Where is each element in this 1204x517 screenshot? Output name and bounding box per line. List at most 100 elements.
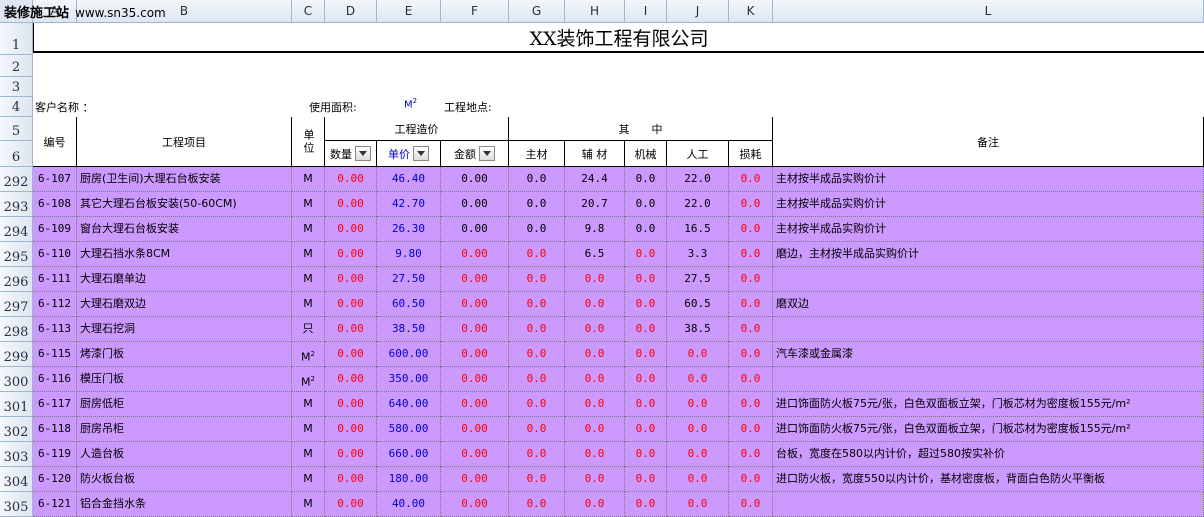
cell-labor[interactable]: 27.5 bbox=[667, 267, 729, 292]
cell-remark[interactable]: 主材按半成品实购价计 bbox=[773, 192, 1204, 217]
cell-unit[interactable]: M bbox=[292, 467, 325, 492]
cell-item[interactable]: 人造台板 bbox=[77, 442, 292, 467]
row-header[interactable]: 292 bbox=[0, 167, 33, 192]
cell-item[interactable]: 大理石磨双边 bbox=[77, 292, 292, 317]
cell-labor[interactable]: 60.5 bbox=[667, 292, 729, 317]
cell-loss[interactable]: 0.0 bbox=[729, 392, 773, 417]
cell-machine[interactable]: 0.0 bbox=[625, 192, 667, 217]
cell-code[interactable]: 6-113 bbox=[33, 317, 77, 342]
column-header-c[interactable]: C bbox=[292, 0, 325, 23]
cell-unit[interactable]: M bbox=[292, 192, 325, 217]
cell-qty[interactable]: 0.00 bbox=[325, 417, 377, 442]
sheet-title[interactable]: XX装饰工程有限公司 bbox=[33, 23, 1204, 53]
cell-code[interactable]: 6-110 bbox=[33, 242, 77, 267]
cell-loss[interactable]: 0.0 bbox=[729, 192, 773, 217]
cell-labor[interactable]: 3.3 bbox=[667, 242, 729, 267]
cell-loss[interactable]: 0.0 bbox=[729, 417, 773, 442]
header-loss[interactable]: 损耗 bbox=[729, 141, 773, 167]
row-header[interactable]: 298 bbox=[0, 317, 33, 342]
cell-code[interactable]: 6-118 bbox=[33, 417, 77, 442]
cell-code[interactable]: 6-121 bbox=[33, 492, 77, 517]
cell-labor[interactable]: 0.0 bbox=[667, 492, 729, 517]
cell-unit[interactable]: M bbox=[292, 217, 325, 242]
cell-remark[interactable] bbox=[773, 492, 1204, 517]
cell-price[interactable]: 350.00 bbox=[377, 367, 441, 392]
cell-amount[interactable]: 0.00 bbox=[441, 267, 509, 292]
cell-item[interactable]: 大理石磨单边 bbox=[77, 267, 292, 292]
cell-code[interactable]: 6-112 bbox=[33, 292, 77, 317]
cell-code[interactable]: 6-108 bbox=[33, 192, 77, 217]
cell-item[interactable]: 防火板台板 bbox=[77, 467, 292, 492]
cell-machine[interactable]: 0.0 bbox=[625, 392, 667, 417]
cell-price[interactable]: 600.00 bbox=[377, 342, 441, 367]
cell-qty[interactable]: 0.00 bbox=[325, 217, 377, 242]
cell-machine[interactable]: 0.0 bbox=[625, 317, 667, 342]
cell-price[interactable]: 26.30 bbox=[377, 217, 441, 242]
cell-labor[interactable]: 0.0 bbox=[667, 342, 729, 367]
cell-aux-material[interactable]: 0.0 bbox=[565, 417, 625, 442]
cell-aux-material[interactable]: 0.0 bbox=[565, 492, 625, 517]
cell-main-material[interactable]: 0.0 bbox=[509, 342, 565, 367]
cell-aux-material[interactable]: 0.0 bbox=[565, 317, 625, 342]
cell-amount[interactable]: 0.00 bbox=[441, 417, 509, 442]
cell-loss[interactable]: 0.0 bbox=[729, 292, 773, 317]
row-header[interactable]: 296 bbox=[0, 267, 33, 292]
row-header[interactable]: 295 bbox=[0, 242, 33, 267]
cell-amount[interactable]: 0.00 bbox=[441, 467, 509, 492]
cell-main-material[interactable]: 0.0 bbox=[509, 417, 565, 442]
cell-item[interactable]: 窗台大理石台板安装 bbox=[77, 217, 292, 242]
column-header-g[interactable]: G bbox=[509, 0, 565, 23]
cell-price[interactable]: 60.50 bbox=[377, 292, 441, 317]
cell-unit[interactable]: M bbox=[292, 167, 325, 192]
cell-amount[interactable]: 0.00 bbox=[441, 217, 509, 242]
cell-labor[interactable]: 0.0 bbox=[667, 467, 729, 492]
cell-machine[interactable]: 0.0 bbox=[625, 442, 667, 467]
cell-aux-material[interactable]: 0.0 bbox=[565, 367, 625, 392]
cell-unit[interactable]: M bbox=[292, 442, 325, 467]
cell-amount[interactable]: 0.00 bbox=[441, 492, 509, 517]
cell-qty[interactable]: 0.00 bbox=[325, 192, 377, 217]
header-remark[interactable]: 备注 bbox=[773, 117, 1204, 167]
cell-main-material[interactable]: 0.0 bbox=[509, 392, 565, 417]
cell-code[interactable]: 6-120 bbox=[33, 467, 77, 492]
cell-remark[interactable]: 汽车漆或金属漆 bbox=[773, 342, 1204, 367]
cell-main-material[interactable]: 0.0 bbox=[509, 317, 565, 342]
row-header[interactable]: 300 bbox=[0, 367, 33, 392]
cell-labor[interactable]: 22.0 bbox=[667, 167, 729, 192]
cell-machine[interactable]: 0.0 bbox=[625, 242, 667, 267]
row-header[interactable]: 3 bbox=[0, 77, 33, 97]
cell-remark[interactable]: 进口防火板，宽度550以内计价，基材密度板，背面白色防火平衡板 bbox=[773, 467, 1204, 492]
cell-amount[interactable]: 0.00 bbox=[441, 292, 509, 317]
row-header[interactable]: 4 bbox=[0, 97, 33, 117]
cell-remark[interactable]: 台板，宽度在580以内计价，超过580按实补价 bbox=[773, 442, 1204, 467]
cell-amount[interactable]: 0.00 bbox=[441, 242, 509, 267]
header-qty[interactable]: 数量 bbox=[325, 141, 377, 167]
cell-amount[interactable]: 0.00 bbox=[441, 392, 509, 417]
cell-main-material[interactable]: 0.0 bbox=[509, 292, 565, 317]
cell-unit[interactable]: M2 bbox=[292, 367, 325, 392]
row-header[interactable]: 1 bbox=[0, 23, 33, 55]
cell-main-material[interactable]: 0.0 bbox=[509, 267, 565, 292]
cell-aux-material[interactable]: 24.4 bbox=[565, 167, 625, 192]
cell-unit[interactable]: M bbox=[292, 417, 325, 442]
cell-main-material[interactable]: 0.0 bbox=[509, 192, 565, 217]
cell-item[interactable]: 大理石挖洞 bbox=[77, 317, 292, 342]
cell-main-material[interactable]: 0.0 bbox=[509, 442, 565, 467]
cell-amount[interactable]: 0.00 bbox=[441, 367, 509, 392]
cell-labor[interactable]: 0.0 bbox=[667, 367, 729, 392]
cell-loss[interactable]: 0.0 bbox=[729, 442, 773, 467]
cell-unit[interactable]: M bbox=[292, 492, 325, 517]
cell-amount[interactable]: 0.00 bbox=[441, 167, 509, 192]
header-cost-group[interactable]: 工程造价 bbox=[325, 117, 509, 141]
cell-item[interactable]: 大理石挡水条8CM bbox=[77, 242, 292, 267]
cell-code[interactable]: 6-107 bbox=[33, 167, 77, 192]
cell-amount[interactable]: 0.00 bbox=[441, 442, 509, 467]
cell-remark[interactable] bbox=[773, 267, 1204, 292]
row-header[interactable]: 297 bbox=[0, 292, 33, 317]
cell-item[interactable]: 铝合金挡水条 bbox=[77, 492, 292, 517]
cell-code[interactable]: 6-116 bbox=[33, 367, 77, 392]
cell-item[interactable]: 厨房(卫生间)大理石台板安装 bbox=[77, 167, 292, 192]
cell-machine[interactable]: 0.0 bbox=[625, 367, 667, 392]
cell-aux-material[interactable]: 0.0 bbox=[565, 342, 625, 367]
cell-remark[interactable]: 主材按半成品实购价计 bbox=[773, 167, 1204, 192]
